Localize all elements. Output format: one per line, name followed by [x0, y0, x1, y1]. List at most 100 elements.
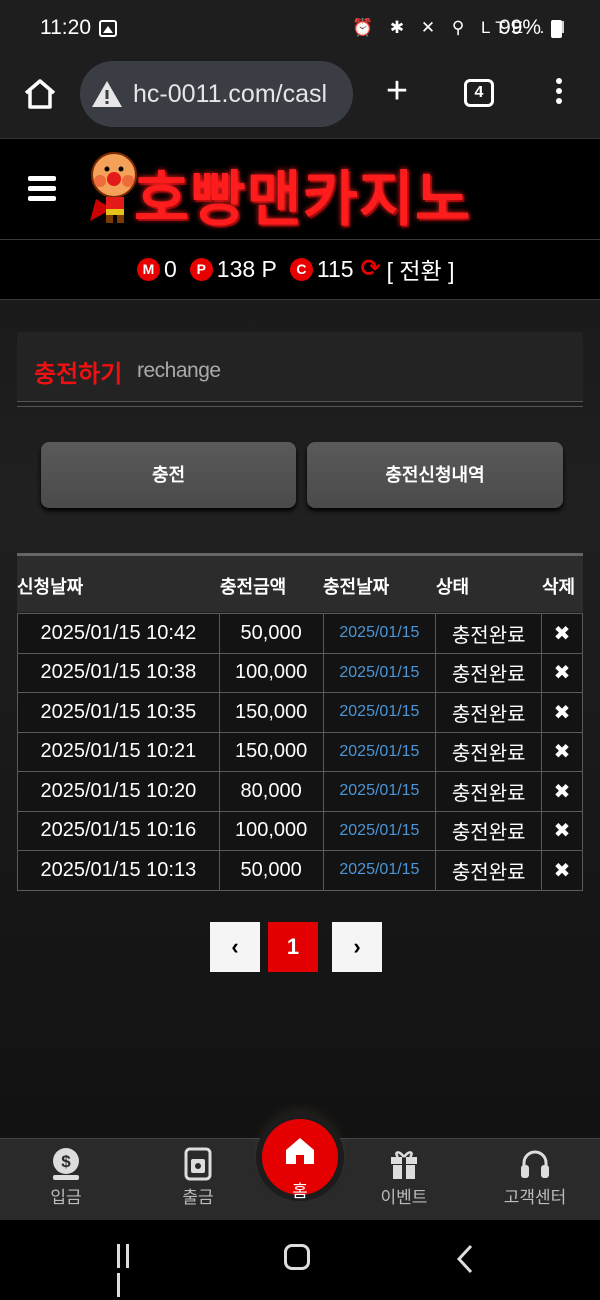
- amount-cell: 150,000: [218, 731, 324, 772]
- status-cell: 충전완료: [435, 613, 543, 654]
- url-text[interactable]: hc-0011.com/casl: [133, 80, 341, 109]
- delete-icon[interactable]: ✖: [541, 652, 583, 693]
- status-cell: 충전완료: [435, 850, 543, 891]
- delete-icon[interactable]: ✖: [541, 731, 583, 772]
- request-date-cell: 2025/01/15 10:35: [17, 692, 220, 733]
- table-row: 2025/01/15 10:21 150,000 2025/01/15 충전완료 ✖: [17, 731, 583, 772]
- more-menu-icon[interactable]: [552, 78, 566, 110]
- table-row: 2025/01/15 10:42 50,000 2025/01/15 충전완료 ✖: [17, 613, 583, 654]
- charge-date-cell: 2025/01/15: [322, 652, 437, 693]
- nav-withdraw[interactable]: 출금: [148, 1139, 248, 1221]
- request-date-cell: 2025/01/15 10:21: [17, 731, 220, 772]
- status-cell: 충전완료: [435, 652, 543, 693]
- point-badge-icon: P: [189, 257, 213, 281]
- request-date-cell: 2025/01/15 10:20: [17, 771, 220, 812]
- money-balance: 0: [164, 255, 177, 282]
- refresh-icon[interactable]: ⟳: [361, 257, 383, 281]
- convert-button[interactable]: [ 전환 ]: [387, 252, 455, 286]
- point-balance: 138 P: [216, 255, 277, 282]
- section-header: 충전하기 rechange: [17, 332, 583, 402]
- table-row: 2025/01/15 10:20 80,000 2025/01/15 충전완료 ✖: [17, 771, 583, 812]
- wallet-icon: [184, 1147, 212, 1181]
- amount-cell: 80,000: [218, 771, 324, 812]
- delete-icon[interactable]: ✖: [541, 613, 583, 654]
- system-nav-bar: [0, 1220, 600, 1300]
- hamburger-icon[interactable]: [28, 176, 56, 202]
- nav-event-label: 이벤트: [380, 1188, 428, 1207]
- amount-cell: 100,000: [218, 810, 324, 851]
- charge-date-cell: 2025/01/15: [322, 613, 437, 654]
- status-time: 11:20: [40, 16, 91, 39]
- section-subtitle: rechange: [137, 359, 221, 382]
- charge-button[interactable]: 충전: [41, 442, 296, 508]
- header-request-date: 신청날짜: [17, 577, 84, 597]
- charge-date-cell: 2025/01/15: [322, 810, 437, 851]
- svg-text:$: $: [61, 1152, 71, 1171]
- amount-cell: 50,000: [218, 613, 324, 654]
- amount-cell: 50,000: [218, 850, 324, 891]
- charge-history-table: 2025/01/15 10:42 50,000 2025/01/15 충전완료 ✖ 202…: [17, 613, 583, 891]
- delete-icon[interactable]: ✖: [541, 850, 583, 891]
- prev-page-button[interactable]: ‹: [210, 922, 260, 972]
- back-icon[interactable]: [456, 1244, 474, 1274]
- amount-cell: 150,000: [218, 692, 324, 733]
- nav-deposit-label: 입금: [50, 1188, 82, 1207]
- status-cell: 충전완료: [435, 731, 543, 772]
- status-cell: 충전완료: [435, 692, 543, 733]
- request-date-cell: 2025/01/15 10:42: [17, 613, 220, 654]
- battery-icon: [551, 20, 562, 38]
- site-logo-text[interactable]: 호빵맨카지노: [134, 151, 471, 238]
- charge-date-cell: 2025/01/15: [322, 731, 437, 772]
- status-cell: 충전완료: [435, 810, 543, 851]
- site-header: 호빵맨카지노: [0, 138, 600, 240]
- money-badge-icon: M: [137, 257, 160, 281]
- recent-apps-icon[interactable]: [117, 1244, 143, 1297]
- coupon-badge-icon: C: [289, 257, 313, 281]
- delete-icon[interactable]: ✖: [541, 692, 583, 733]
- table-header: 신청날짜 충전금액 충전날짜 상태 삭제: [17, 553, 583, 612]
- request-date-cell: 2025/01/15 10:16: [17, 810, 220, 851]
- charge-date-cell: 2025/01/15: [322, 850, 437, 891]
- table-row: 2025/01/15 10:13 50,000 2025/01/15 충전완료 ✖: [17, 850, 583, 891]
- status-cell: 충전완료: [435, 771, 543, 812]
- status-bar: 11:20 ⏰ ✱ ✕ ⚲ LTE .ıl 99%: [0, 0, 600, 58]
- browser-toolbar: hc-0011.com/casl + 4: [0, 58, 600, 138]
- main-content: 충전하기 rechange 충전 충전신청내역 신청날짜 충전금액 충전날짜 상…: [0, 300, 600, 1138]
- page-1-button[interactable]: 1: [268, 922, 318, 972]
- nav-support[interactable]: 고객센터: [485, 1139, 585, 1221]
- nav-support-label: 고객센터: [503, 1188, 567, 1207]
- header-status: 상태: [436, 577, 470, 597]
- system-home-icon[interactable]: [284, 1244, 310, 1270]
- new-tab-plus-icon[interactable]: +: [380, 72, 414, 110]
- charge-date-cell: 2025/01/15: [322, 692, 437, 733]
- table-row: 2025/01/15 10:35 150,000 2025/01/15 충전완료 ✖: [17, 692, 583, 733]
- browser-home-icon[interactable]: [22, 76, 58, 112]
- next-page-button[interactable]: ›: [332, 922, 382, 972]
- request-date-cell: 2025/01/15 10:13: [17, 850, 220, 891]
- nav-deposit[interactable]: $ 입금: [16, 1139, 116, 1221]
- charge-history-button[interactable]: 충전신청내역: [307, 442, 563, 508]
- nav-event[interactable]: 이벤트: [354, 1139, 454, 1221]
- headset-icon: [521, 1150, 549, 1178]
- balance-bar: M 0 P 138 P C 115 ⟳ [ 전환 ]: [0, 240, 600, 300]
- section-divider: [17, 406, 583, 407]
- header-charge-date: 충전날짜: [323, 577, 390, 597]
- home-icon: [286, 1138, 314, 1164]
- section-title: 충전하기: [34, 361, 123, 388]
- address-bar[interactable]: hc-0011.com/casl: [80, 61, 353, 127]
- coupon-balance: 115: [316, 255, 354, 282]
- bottom-nav: $ 입금 출금 홈 이벤트 고객센터: [0, 1119, 600, 1221]
- nav-home-label[interactable]: 홈: [262, 1177, 338, 1202]
- request-date-cell: 2025/01/15 10:38: [17, 652, 220, 693]
- table-row: 2025/01/15 10:16 100,000 2025/01/15 충전완료 ✖: [17, 810, 583, 851]
- amount-cell: 100,000: [218, 652, 324, 693]
- warning-icon[interactable]: [90, 79, 124, 109]
- battery-percent: 99%: [499, 16, 542, 39]
- dollar-icon: $: [53, 1148, 79, 1180]
- delete-icon[interactable]: ✖: [541, 810, 583, 851]
- delete-icon[interactable]: ✖: [541, 771, 583, 812]
- mascot-logo-icon: [90, 152, 137, 223]
- tabs-count-button[interactable]: 4: [464, 79, 494, 107]
- table-row: 2025/01/15 10:38 100,000 2025/01/15 충전완료 ✖: [17, 652, 583, 693]
- header-delete: 삭제: [542, 577, 576, 597]
